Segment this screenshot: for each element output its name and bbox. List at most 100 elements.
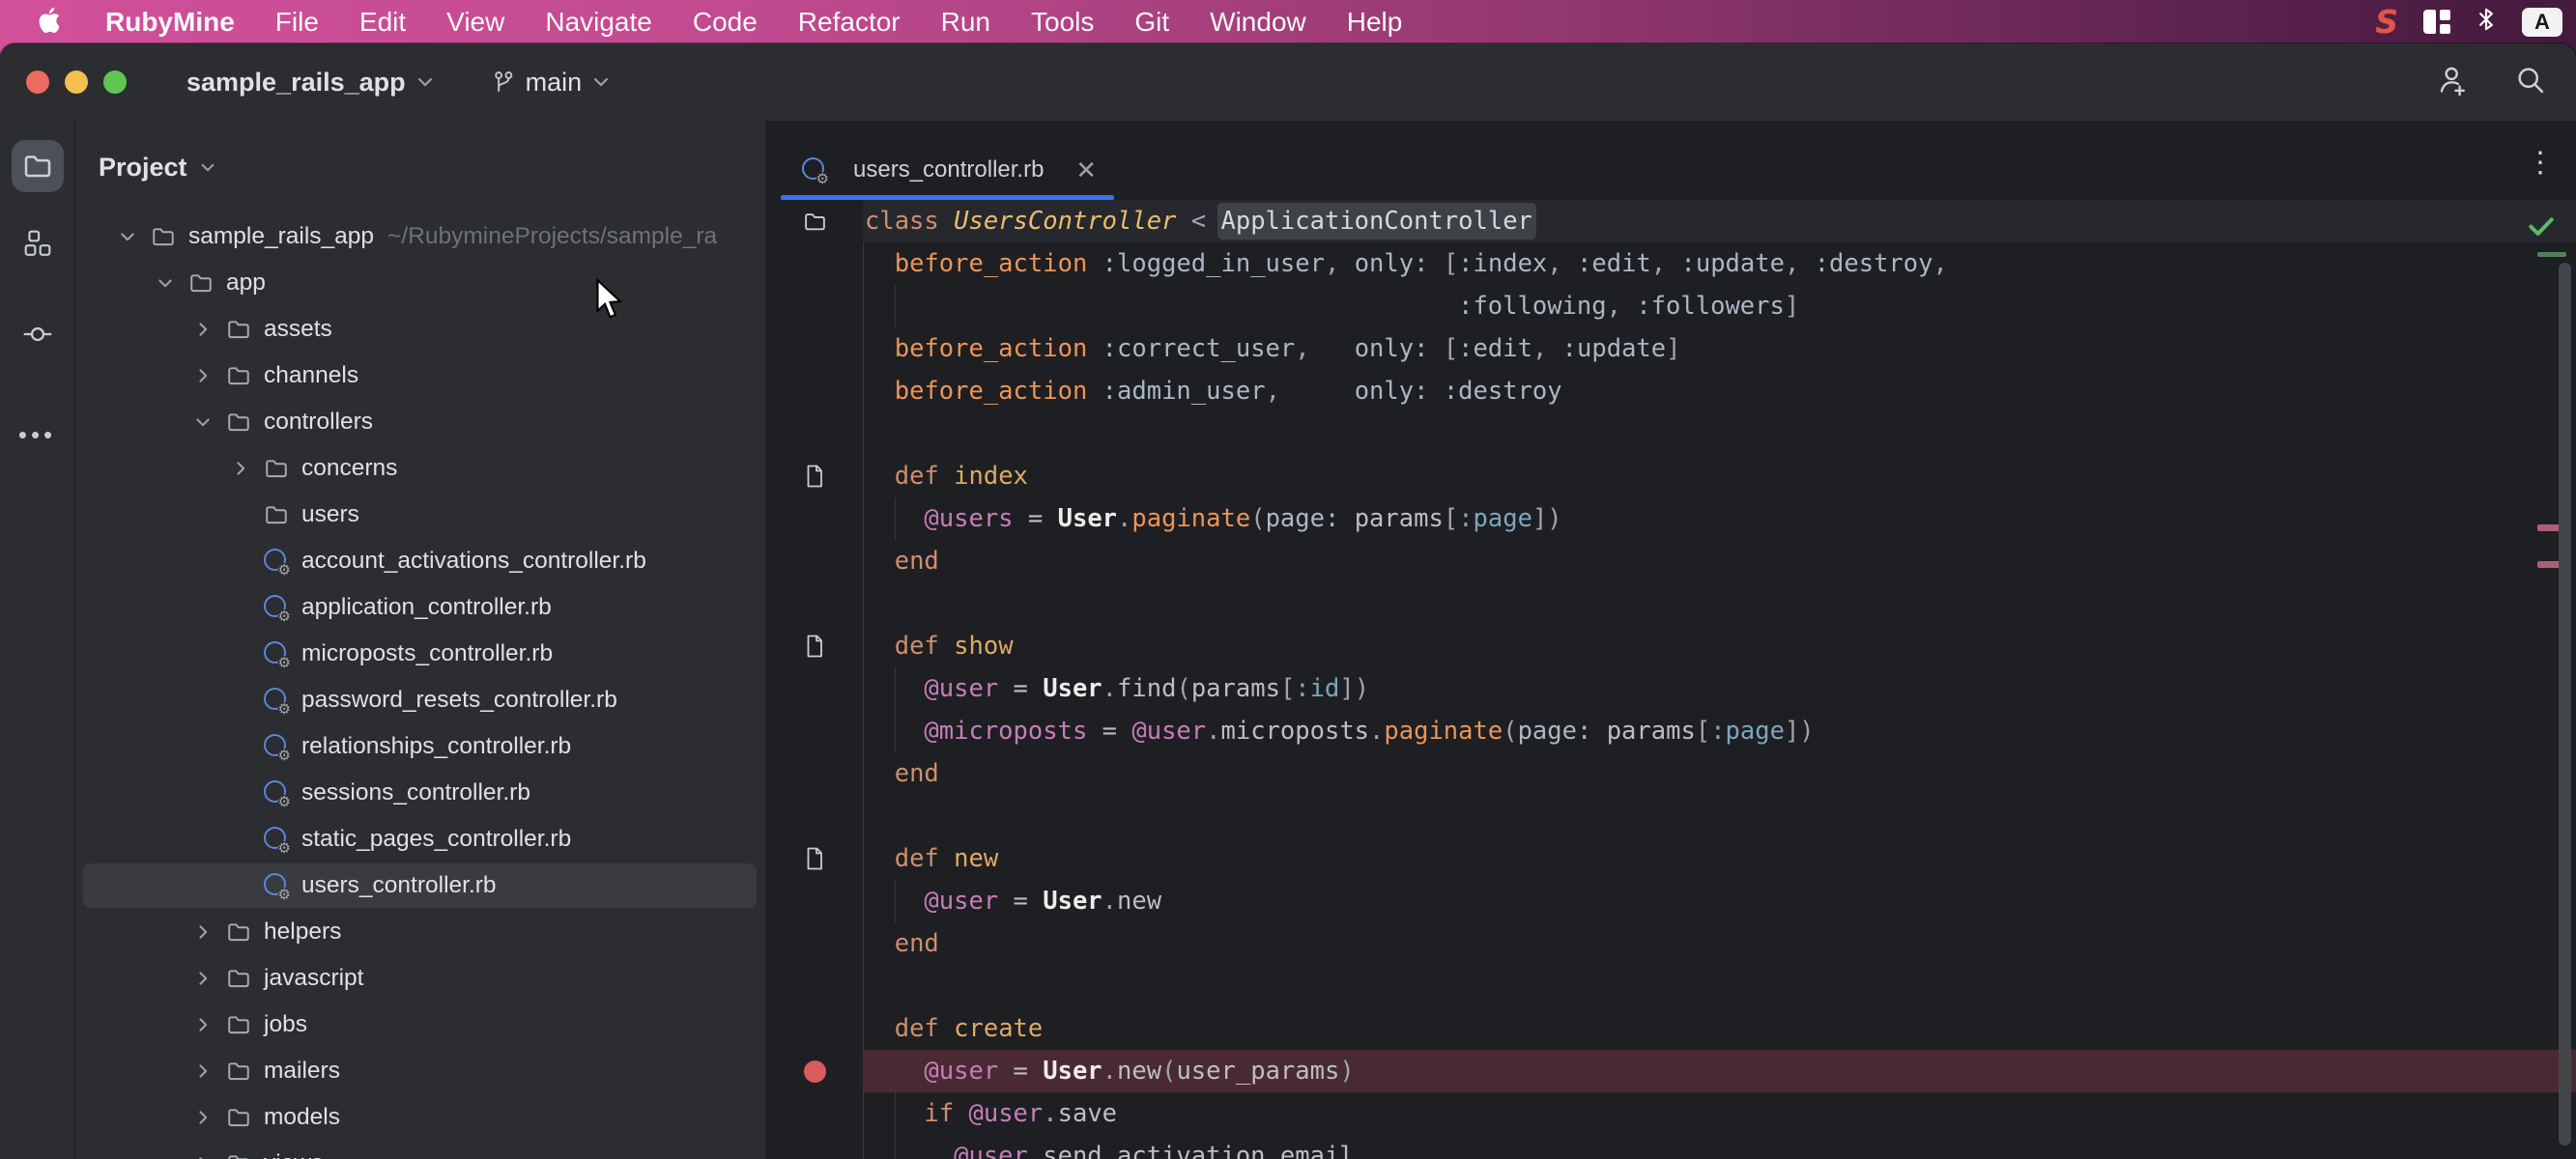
code-line-11[interactable]: def show bbox=[766, 625, 2576, 667]
structure-tool-button[interactable] bbox=[12, 217, 64, 269]
minimize-window-button[interactable] bbox=[65, 71, 88, 94]
more-tool-windows-button[interactable]: ••• bbox=[12, 407, 64, 459]
chevron-right-icon[interactable] bbox=[191, 1013, 215, 1036]
chevron-right-icon[interactable] bbox=[191, 318, 215, 341]
tree-item-microposts-controller-rb[interactable]: microposts_controller.rb bbox=[75, 631, 765, 677]
tree-item-jobs[interactable]: jobs bbox=[75, 1002, 765, 1048]
tree-item-account-activations-controller-rb[interactable]: account_activations_controller.rb bbox=[75, 538, 765, 584]
menu-view[interactable]: View bbox=[426, 7, 525, 37]
tree-item-channels[interactable]: channels bbox=[75, 353, 765, 399]
tree-item-models[interactable]: models bbox=[75, 1094, 765, 1141]
tree-item-controllers[interactable]: controllers bbox=[75, 399, 765, 445]
code-line-12[interactable]: @user = User.find(params[:id]) bbox=[766, 667, 2576, 710]
tree-item-label: password_resets_controller.rb bbox=[301, 687, 617, 714]
menu-edit[interactable]: Edit bbox=[339, 7, 426, 37]
code-line-2[interactable]: before_action :logged_in_user, only: [:i… bbox=[766, 242, 2576, 285]
code-line-9[interactable]: end bbox=[766, 540, 2576, 582]
tree-item-concerns[interactable]: concerns bbox=[75, 445, 765, 492]
chevron-right-icon[interactable] bbox=[229, 457, 252, 480]
ruby-controller-icon bbox=[264, 827, 289, 852]
code-line-7[interactable]: def index bbox=[766, 455, 2576, 497]
editor-scrollbar[interactable] bbox=[2559, 263, 2571, 1145]
chevron-down-icon[interactable] bbox=[154, 271, 177, 295]
tree-item-users-controller-rb[interactable]: users_controller.rb bbox=[75, 862, 765, 909]
tree-item-password-resets-controller-rb[interactable]: password_resets_controller.rb bbox=[75, 677, 765, 723]
menu-navigate[interactable]: Navigate bbox=[525, 7, 673, 37]
menu-refactor[interactable]: Refactor bbox=[778, 7, 921, 37]
code-line-3[interactable]: :following, :followers] bbox=[766, 285, 2576, 327]
close-window-button[interactable] bbox=[26, 71, 49, 94]
chevron-right-icon[interactable] bbox=[191, 1060, 215, 1083]
tree-item-mailers[interactable]: mailers bbox=[75, 1048, 765, 1094]
tree-item-application-controller-rb[interactable]: application_controller.rb bbox=[75, 584, 765, 631]
project-switcher[interactable]: sample_rails_app bbox=[186, 68, 435, 98]
tree-item-sessions-controller-rb[interactable]: sessions_controller.rb bbox=[75, 770, 765, 816]
commit-tool-button[interactable] bbox=[12, 308, 64, 360]
code-line-8[interactable]: @users = User.paginate(page: params[:pag… bbox=[766, 497, 2576, 540]
code-line-5[interactable]: before_action :admin_user, only: :destro… bbox=[766, 370, 2576, 412]
gutter-folder-icon[interactable] bbox=[766, 200, 863, 242]
code-line-10[interactable] bbox=[766, 582, 2576, 625]
inspections-passed-icon[interactable] bbox=[2526, 211, 2557, 246]
apple-menu-icon[interactable] bbox=[27, 7, 66, 38]
code-line-22[interactable]: if @user.save bbox=[766, 1092, 2576, 1135]
chevron-right-icon[interactable] bbox=[191, 967, 215, 990]
editor-options-kebab-icon[interactable]: ⋮ bbox=[2526, 146, 2555, 180]
code-line-1[interactable]: class UsersController < ApplicationContr… bbox=[766, 200, 2576, 242]
code-line-17[interactable]: @user = User.new bbox=[766, 880, 2576, 922]
code-line-18[interactable]: end bbox=[766, 922, 2576, 965]
gutter-doc-icon[interactable] bbox=[766, 625, 863, 667]
tree-item-label: javascript bbox=[264, 965, 363, 992]
code-line-13[interactable]: @microposts = @user.microposts.paginate(… bbox=[766, 710, 2576, 752]
window-manager-icon[interactable] bbox=[2423, 10, 2450, 34]
s-logo[interactable]: S bbox=[2375, 3, 2398, 41]
tree-item-relationships-controller-rb[interactable]: relationships_controller.rb bbox=[75, 723, 765, 770]
tree-item-label: users bbox=[301, 501, 359, 528]
code-line-4[interactable]: before_action :correct_user, only: [:edi… bbox=[766, 327, 2576, 370]
tree-item-static-pages-controller-rb[interactable]: static_pages_controller.rb bbox=[75, 816, 765, 862]
code-line-16[interactable]: def new bbox=[766, 837, 2576, 880]
tree-item-app[interactable]: app bbox=[75, 260, 765, 306]
code-line-21[interactable]: @user = User.new(user_params) bbox=[766, 1050, 2576, 1092]
tree-item-sample-rails-app[interactable]: sample_rails_app~/RubymineProjects/sampl… bbox=[75, 213, 765, 260]
code-line-23[interactable]: @user.send_activation_email bbox=[766, 1135, 2576, 1159]
code-line-15[interactable] bbox=[766, 795, 2576, 837]
tab-users-controller[interactable]: users_controller.rb ✕ bbox=[781, 140, 1114, 200]
chevron-right-icon[interactable] bbox=[191, 920, 215, 944]
tree-item-views[interactable]: views bbox=[75, 1141, 765, 1159]
breakpoint-icon[interactable] bbox=[766, 1050, 863, 1092]
tree-item-helpers[interactable]: helpers bbox=[75, 909, 765, 955]
gutter-doc-icon[interactable] bbox=[766, 455, 863, 497]
chevron-right-icon[interactable] bbox=[191, 1152, 215, 1159]
search-everywhere-button[interactable] bbox=[2514, 64, 2547, 101]
code-with-me-button[interactable] bbox=[2433, 63, 2468, 102]
chevron-right-icon[interactable] bbox=[191, 1106, 215, 1129]
code-line-6[interactable] bbox=[766, 412, 2576, 455]
menu-tools[interactable]: Tools bbox=[1011, 7, 1114, 37]
menu-file[interactable]: File bbox=[255, 7, 339, 37]
tree-item-users[interactable]: users bbox=[75, 492, 765, 538]
bluetooth-icon[interactable] bbox=[2476, 5, 2497, 39]
zoom-window-button[interactable] bbox=[103, 71, 127, 94]
code-line-19[interactable] bbox=[766, 965, 2576, 1007]
chevron-down-icon[interactable] bbox=[191, 410, 215, 434]
code-line-20[interactable]: def create bbox=[766, 1007, 2576, 1050]
menu-git[interactable]: Git bbox=[1114, 7, 1189, 37]
gutter-doc-icon[interactable] bbox=[766, 837, 863, 880]
menu-code[interactable]: Code bbox=[673, 7, 778, 37]
chevron-right-icon[interactable] bbox=[191, 364, 215, 387]
chevron-down-icon[interactable] bbox=[199, 161, 216, 174]
menu-rubymine[interactable]: RubyMine bbox=[85, 7, 255, 37]
menu-window[interactable]: Window bbox=[1189, 7, 1327, 37]
git-branch-widget[interactable]: main bbox=[491, 68, 612, 98]
chevron-down-icon[interactable] bbox=[116, 225, 139, 248]
tree-item-assets[interactable]: assets bbox=[75, 306, 765, 353]
close-tab-icon[interactable]: ✕ bbox=[1075, 155, 1097, 185]
code-editor[interactable]: class UsersController < ApplicationContr… bbox=[766, 200, 2576, 1159]
code-line-14[interactable]: end bbox=[766, 752, 2576, 795]
tree-item-javascript[interactable]: javascript bbox=[75, 955, 765, 1002]
menu-run[interactable]: Run bbox=[921, 7, 1011, 37]
project-tool-button[interactable] bbox=[12, 140, 64, 192]
menu-help[interactable]: Help bbox=[1327, 7, 1423, 37]
input-source-badge[interactable]: A bbox=[2522, 8, 2562, 37]
